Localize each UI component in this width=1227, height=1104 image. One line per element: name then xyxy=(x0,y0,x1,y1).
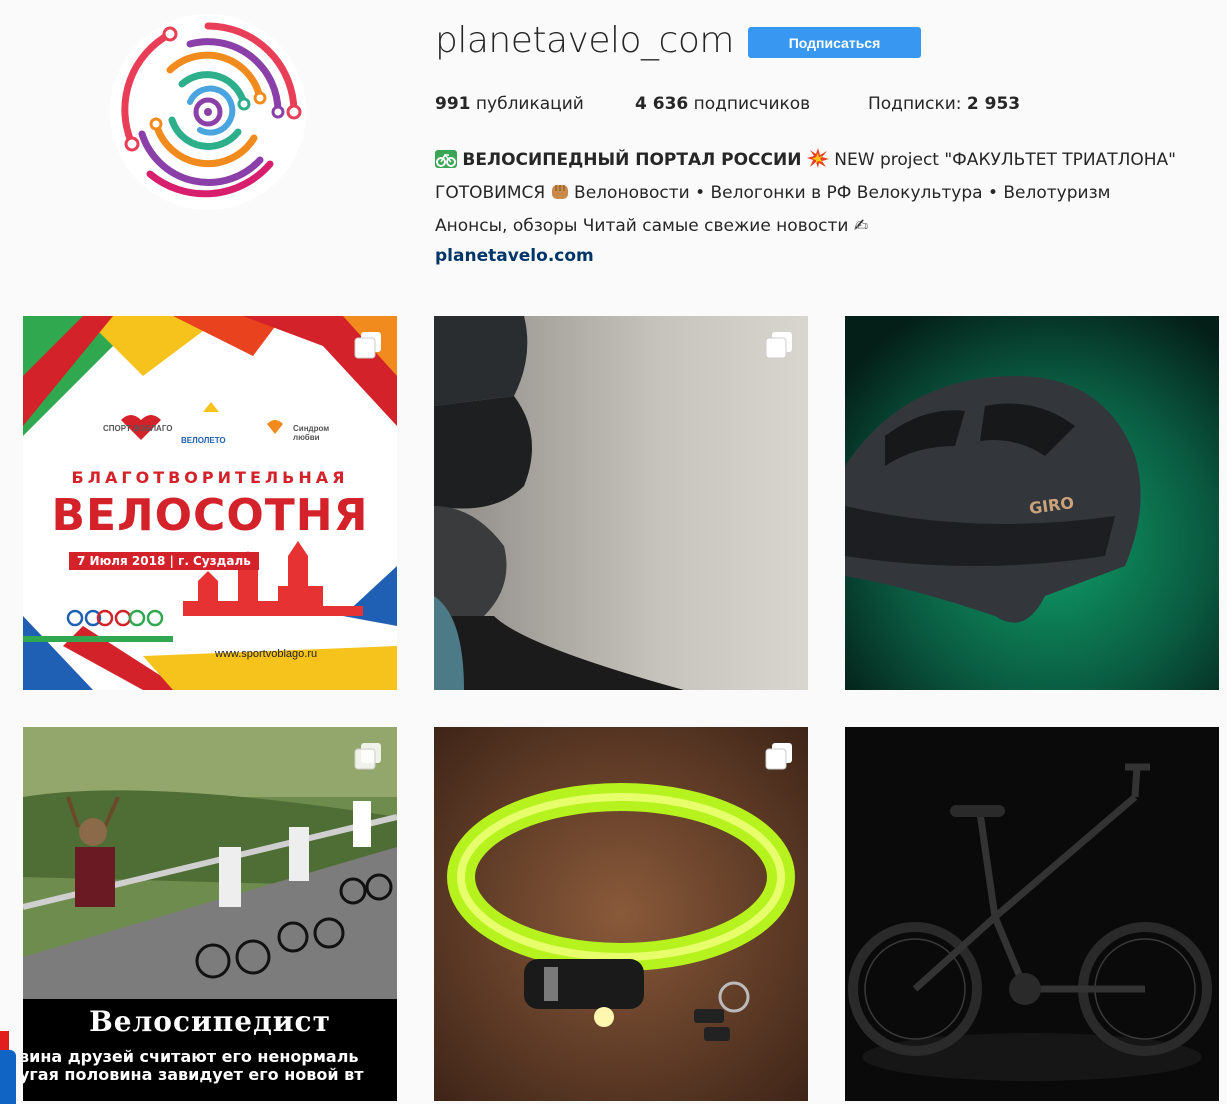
meme-caption: Велосипедист вина друзей считают его нен… xyxy=(23,999,397,1101)
post-tile-folding-bike[interactable] xyxy=(845,727,1219,1101)
post-tile-bike-lock[interactable] xyxy=(434,727,808,1101)
collision-emoji-icon xyxy=(806,148,829,178)
poster-url: www.sportvoblago.ru xyxy=(215,648,318,660)
profile-bio: ВЕЛОСИПЕДНЫЙ ПОРТАЛ РОССИИ NEW project "… xyxy=(435,145,1225,271)
multiple-photos-icon xyxy=(354,332,381,359)
multiple-photos-icon xyxy=(354,743,381,770)
profile-page: planetavelo_com Подписаться 991 публикац… xyxy=(0,0,1227,1104)
veloleto-logo: ВЕЛОЛЕТО xyxy=(181,436,226,445)
followers-stat[interactable]: 4 636 подписчиков xyxy=(635,94,810,114)
edge-widget-blue[interactable] xyxy=(0,1050,16,1104)
writing-hand-emoji-icon: ✍ xyxy=(853,216,869,236)
posts-label: публикаций xyxy=(470,94,584,114)
following-stat[interactable]: Подписки: 2 953 xyxy=(868,94,1020,114)
followers-label: подписчиков xyxy=(688,94,811,114)
meme-caption-line2: угая половина завидует его новой вт xyxy=(23,1065,364,1084)
folding-bike-image xyxy=(845,727,1219,1101)
post-tile-meme[interactable]: Велосипедист вина друзей считают его нен… xyxy=(23,727,397,1101)
bio-title: ВЕЛОСИПЕДНЫЙ ПОРТАЛ РОССИИ xyxy=(462,150,802,170)
follow-button[interactable]: Подписаться xyxy=(748,27,921,58)
post-tile-helmet[interactable]: GIRO xyxy=(845,316,1219,690)
bio-line2-end: Велоновости • Велогонки в РФ Велокультур… xyxy=(568,183,1111,203)
bio-line3: Анонсы, обзоры Читай самые свежие новост… xyxy=(435,216,854,236)
following-count: 2 953 xyxy=(966,94,1021,114)
poster-date: 7 Июля 2018 | г. Суздаль xyxy=(69,552,259,570)
meme-caption-title: Велосипедист xyxy=(89,1005,331,1038)
bio-line1-tail: NEW project "ФАКУЛЬТЕТ ТРИАТЛОНА" xyxy=(828,150,1176,170)
multiple-photos-icon xyxy=(765,332,792,359)
followers-count: 4 636 xyxy=(635,94,689,114)
multiple-photos-icon xyxy=(765,743,792,770)
sportvoblago-logo: СПОРТ ВОБЛАГО xyxy=(103,424,173,433)
following-label: Подписки: xyxy=(868,94,967,114)
profile-avatar[interactable] xyxy=(110,14,306,210)
poster-title: ВЕЛОСОТНЯ xyxy=(51,490,369,541)
poster-subtitle: БЛАГОТВОРИТЕЛЬНАЯ xyxy=(71,468,349,487)
posts-stat: 991 публикаций xyxy=(435,94,584,114)
profile-username: planetavelo_com xyxy=(435,20,734,61)
bio-website-link[interactable]: planetavelo.com xyxy=(435,246,594,266)
planetavelo-logo-icon xyxy=(110,14,306,210)
fist-emoji-icon xyxy=(551,181,569,211)
post-tile-cyclist-closeup[interactable] xyxy=(434,316,808,690)
posts-count: 991 xyxy=(435,94,471,114)
bicycle-emoji-icon xyxy=(435,148,457,178)
bike-lock-image xyxy=(434,727,808,1101)
meme-caption-line1: вина друзей считают его ненормаль xyxy=(23,1047,359,1066)
sindrom-lubvi-logo: Синдром любви xyxy=(293,424,330,442)
bio-line2-start: ГОТОВИМСЯ xyxy=(435,183,551,203)
post-tile-charity-poster[interactable]: СПОРТ ВОБЛАГО ВЕЛОЛЕТО Синдром любви БЛА… xyxy=(23,316,397,690)
cyclist-closeup-image xyxy=(434,316,808,690)
